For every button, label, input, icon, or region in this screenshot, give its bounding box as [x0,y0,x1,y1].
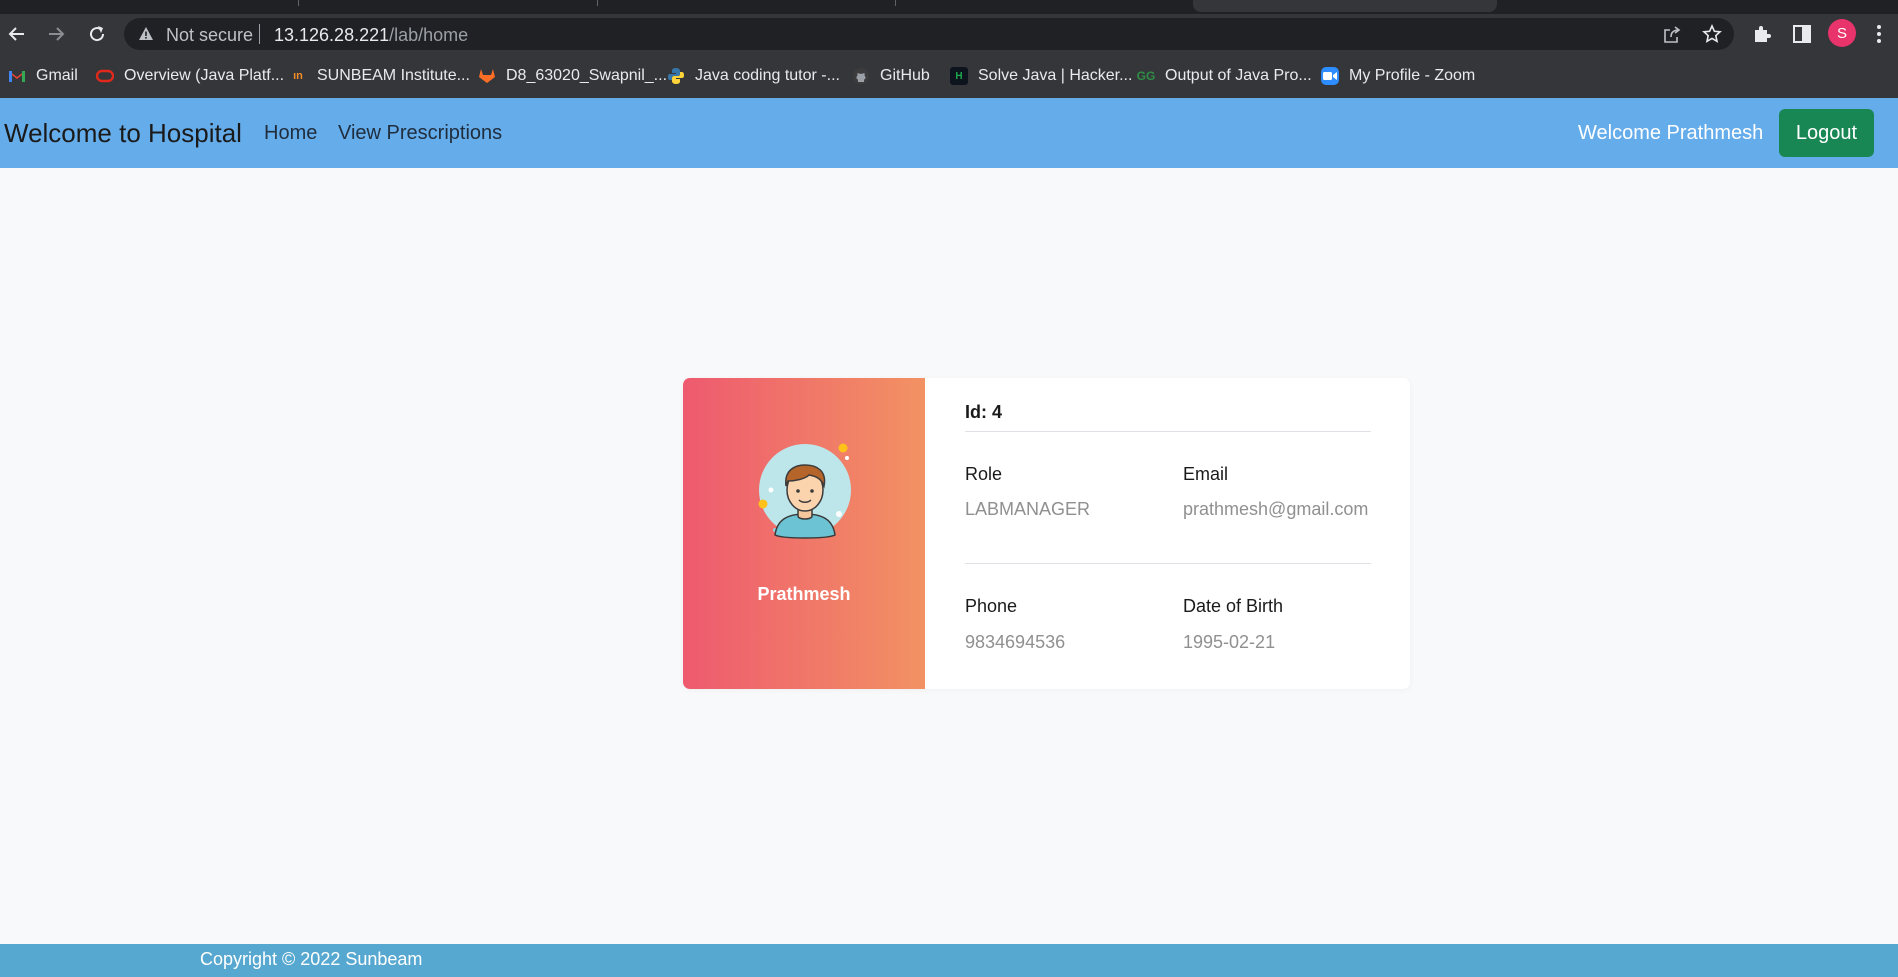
user-avatar-icon [758,443,851,539]
python-icon [667,67,685,85]
more-menu-icon[interactable] [1874,23,1884,45]
back-button[interactable] [3,20,31,48]
warning-icon[interactable] [138,26,154,42]
phone-label: Phone [965,596,1018,616]
bookmark-label: Solve Java | Hacker... [978,67,1133,84]
divider [965,563,1371,564]
tab-separator [298,0,299,6]
tab-separator [895,0,896,6]
bookmark-label: GitHub [880,67,930,84]
divider [965,431,1371,432]
arrow-left-icon [8,27,24,41]
tab-strip [0,0,1898,14]
bookmarks-bar: Gmail Overview (Java Platf... ın SUNBEAM… [0,54,1898,98]
bookmark-label: Gmail [36,67,78,84]
url-host: 13.126.28.221 [274,25,390,45]
security-label[interactable]: Not secure [166,25,253,46]
bookmark-item[interactable]: D8_63020_Swapnil_... [478,65,667,87]
profile-avatar[interactable]: S [1828,19,1856,47]
sunbeam-icon: ın [293,70,303,82]
gitlab-icon [478,67,496,85]
bookmark-label: SUNBEAM Institute... [317,67,470,84]
phone-value: 9834694536 [965,632,1066,652]
email-value: prathmesh@gmail.com [1183,499,1369,519]
role-value: LABMANAGER [965,499,1091,519]
bookmark-label: Java coding tutor -... [695,67,840,84]
side-panel-icon[interactable] [1791,23,1813,45]
geeksforgeeks-icon: GG [1136,69,1156,83]
url-path: /lab/home [389,25,469,45]
oracle-icon [96,67,114,85]
address-separator [259,24,260,44]
date-of-birth-value: 1995-02-21 [1183,632,1276,652]
address-bar[interactable]: Not secure 13.126.28.221/lab/home [124,18,1734,50]
arrow-right-icon [49,27,65,41]
date-of-birth-label: Date of Birth [1183,596,1284,616]
gmail-icon [8,67,26,85]
hackerrank-icon: H [950,67,968,85]
bookmark-item[interactable]: Gmail [8,65,78,87]
bookmark-label: Output of Java Pro... [1165,67,1312,84]
profile-card: Prathmesh Id: 4 Role LABMANAGER Email pr… [683,378,1410,689]
page-footer: Copyright © 2022 Sunbeam [0,944,1898,977]
profile-card-sidebar: Prathmesh [683,378,925,689]
logout-button[interactable]: Logout [1779,109,1874,157]
browser-toolbar: Not secure 13.126.28.221/lab/home S [0,14,1898,54]
github-icon [852,67,870,85]
bookmark-label: Overview (Java Platf... [124,67,285,84]
bookmark-item[interactable]: GG Output of Java Pro... [1137,65,1312,87]
profile-card-details: Id: 4 Role LABMANAGER Email prathmesh@gm… [925,378,1410,689]
navbar-brand[interactable]: Welcome to Hospital [4,118,242,149]
nav-link-view-prescriptions[interactable]: View Prescriptions [338,122,502,145]
bookmark-item[interactable]: Overview (Java Platf... [96,65,284,87]
email-label: Email [1183,464,1229,484]
zoom-icon [1321,67,1339,85]
bookmark-label: D8_63020_Swapnil_... [506,67,668,84]
nav-link-home[interactable]: Home [264,122,317,145]
browser-tab[interactable] [1193,0,1497,12]
profile-name: Prathmesh [757,584,851,604]
tab-separator [597,0,598,6]
share-icon[interactable] [1662,25,1682,45]
app-navbar: Welcome to Hospital Home View Prescripti… [0,98,1898,168]
url-text[interactable]: 13.126.28.221/lab/home [274,25,468,46]
copyright-text: Copyright © 2022 Sunbeam [200,949,423,969]
forward-button[interactable] [42,20,70,48]
role-label: Role [965,464,1003,484]
bookmark-star-icon[interactable] [1702,24,1722,44]
reload-icon [90,26,105,42]
bookmark-item[interactable]: H Solve Java | Hacker... [950,65,1132,87]
bookmark-label: My Profile - Zoom [1349,67,1476,84]
bookmark-item[interactable]: GitHub [852,65,930,87]
profile-id: Id: 4 [965,402,1003,422]
reload-button[interactable] [83,20,111,48]
welcome-user-text: Welcome Prathmesh [1578,122,1764,144]
bookmark-item[interactable]: Java coding tutor -... [667,65,840,87]
bookmark-item[interactable]: My Profile - Zoom [1321,65,1475,87]
bookmark-item[interactable]: ın SUNBEAM Institute... [289,65,470,87]
extensions-puzzle-icon[interactable] [1751,23,1773,45]
